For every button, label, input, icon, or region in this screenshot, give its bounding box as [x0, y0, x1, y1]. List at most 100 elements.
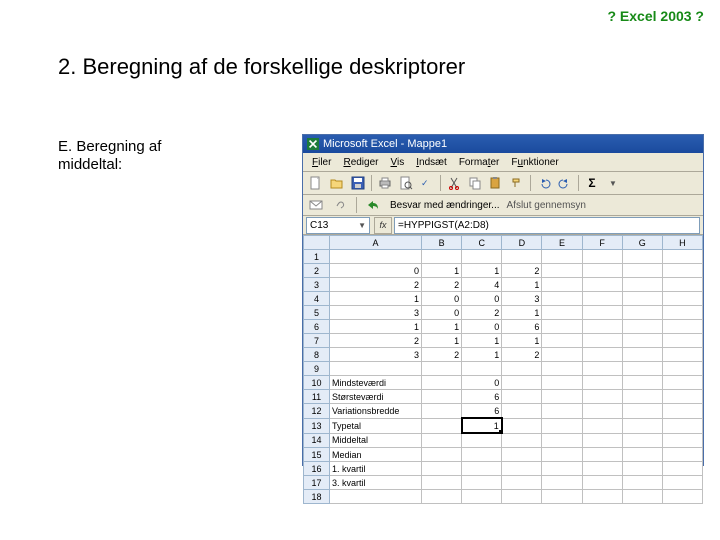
cell[interactable]: 1. kvartil	[329, 462, 421, 476]
cell[interactable]	[582, 334, 622, 348]
cell[interactable]	[462, 433, 502, 448]
menu-rediger[interactable]: Rediger	[338, 157, 383, 168]
menu-formater[interactable]: Formater	[454, 157, 505, 168]
cell[interactable]	[662, 476, 702, 490]
menu-vis[interactable]: Vis	[386, 157, 410, 168]
cell[interactable]: 4	[462, 278, 502, 292]
cell[interactable]	[422, 390, 462, 404]
cell[interactable]	[582, 433, 622, 448]
row-header[interactable]: 12	[304, 404, 330, 419]
cell[interactable]: Middeltal	[329, 433, 421, 448]
attach-icon[interactable]	[330, 195, 350, 215]
cell[interactable]	[622, 250, 662, 264]
cell[interactable]	[582, 476, 622, 490]
new-icon[interactable]	[306, 173, 326, 193]
paste-icon[interactable]	[486, 173, 506, 193]
cell[interactable]	[662, 418, 702, 433]
cell[interactable]	[329, 362, 421, 376]
cell[interactable]	[622, 334, 662, 348]
cell[interactable]: 3	[502, 292, 542, 306]
row-header[interactable]: 15	[304, 448, 330, 462]
cell[interactable]: 1	[422, 264, 462, 278]
cell[interactable]: 1	[502, 278, 542, 292]
name-box[interactable]: C13 ▼	[306, 217, 370, 234]
formula-input[interactable]: =HYPPIGST(A2:D8)	[394, 217, 700, 234]
cell[interactable]	[542, 264, 582, 278]
cell[interactable]	[622, 292, 662, 306]
col-header[interactable]: B	[422, 236, 462, 250]
cell[interactable]	[582, 292, 622, 306]
fx-button[interactable]: fx	[374, 217, 392, 234]
cell[interactable]	[422, 404, 462, 419]
cell[interactable]	[582, 376, 622, 390]
cell[interactable]	[462, 476, 502, 490]
cell[interactable]	[582, 250, 622, 264]
cell[interactable]	[662, 292, 702, 306]
cell[interactable]: Median	[329, 448, 421, 462]
cell[interactable]	[422, 250, 462, 264]
row-header[interactable]: 5	[304, 306, 330, 320]
cell[interactable]: 2	[502, 264, 542, 278]
row-header[interactable]: 17	[304, 476, 330, 490]
cell[interactable]	[542, 278, 582, 292]
cell[interactable]: 0	[462, 376, 502, 390]
col-header[interactable]	[304, 236, 330, 250]
cell[interactable]	[422, 433, 462, 448]
row-header[interactable]: 2	[304, 264, 330, 278]
cell[interactable]	[582, 278, 622, 292]
cell[interactable]	[662, 362, 702, 376]
print-icon[interactable]	[375, 173, 395, 193]
cell[interactable]	[422, 376, 462, 390]
cell[interactable]	[622, 476, 662, 490]
menu-indsaet[interactable]: Indsæt	[411, 157, 452, 168]
cell[interactable]	[662, 348, 702, 362]
cell[interactable]: 3	[329, 348, 421, 362]
cell[interactable]	[662, 334, 702, 348]
undo-icon[interactable]	[534, 173, 554, 193]
cell[interactable]	[662, 264, 702, 278]
cell[interactable]	[582, 348, 622, 362]
cell[interactable]	[662, 390, 702, 404]
cell[interactable]	[662, 376, 702, 390]
cell[interactable]: 3. kvartil	[329, 476, 421, 490]
row-header[interactable]: 10	[304, 376, 330, 390]
spellcheck-icon[interactable]: ✓	[417, 173, 437, 193]
cell[interactable]	[622, 362, 662, 376]
cell[interactable]	[662, 320, 702, 334]
cell[interactable]: Mindsteværdi	[329, 376, 421, 390]
cell[interactable]	[542, 320, 582, 334]
cell[interactable]	[622, 264, 662, 278]
cell[interactable]: 0	[422, 292, 462, 306]
cell[interactable]: 6	[462, 404, 502, 419]
save-icon[interactable]	[348, 173, 368, 193]
cell[interactable]	[329, 490, 421, 504]
cell[interactable]	[542, 404, 582, 419]
cell[interactable]	[422, 418, 462, 433]
cell[interactable]	[622, 418, 662, 433]
cell[interactable]	[582, 462, 622, 476]
cell[interactable]	[622, 404, 662, 419]
cell[interactable]: 1	[462, 418, 502, 433]
cell[interactable]: 1	[502, 334, 542, 348]
cell[interactable]	[502, 418, 542, 433]
dropdown-icon[interactable]: ▼	[603, 173, 623, 193]
spreadsheet-grid[interactable]: ABCDEFGH12011232241410035302161106721118…	[303, 235, 703, 504]
open-icon[interactable]	[327, 173, 347, 193]
cell[interactable]	[542, 418, 582, 433]
cell[interactable]	[662, 250, 702, 264]
cell[interactable]	[662, 306, 702, 320]
cell[interactable]	[462, 490, 502, 504]
row-header[interactable]: 13	[304, 418, 330, 433]
menu-filer[interactable]: FFileriler	[307, 157, 336, 168]
cell[interactable]	[462, 250, 502, 264]
autosum-icon[interactable]: Σ	[582, 173, 602, 193]
cell[interactable]	[502, 376, 542, 390]
cell[interactable]: 1	[502, 306, 542, 320]
row-header[interactable]: 4	[304, 292, 330, 306]
cell[interactable]	[622, 433, 662, 448]
cell[interactable]	[502, 250, 542, 264]
cell[interactable]	[462, 462, 502, 476]
cell[interactable]	[502, 490, 542, 504]
cell[interactable]: 1	[422, 320, 462, 334]
cell[interactable]: 2	[462, 306, 502, 320]
